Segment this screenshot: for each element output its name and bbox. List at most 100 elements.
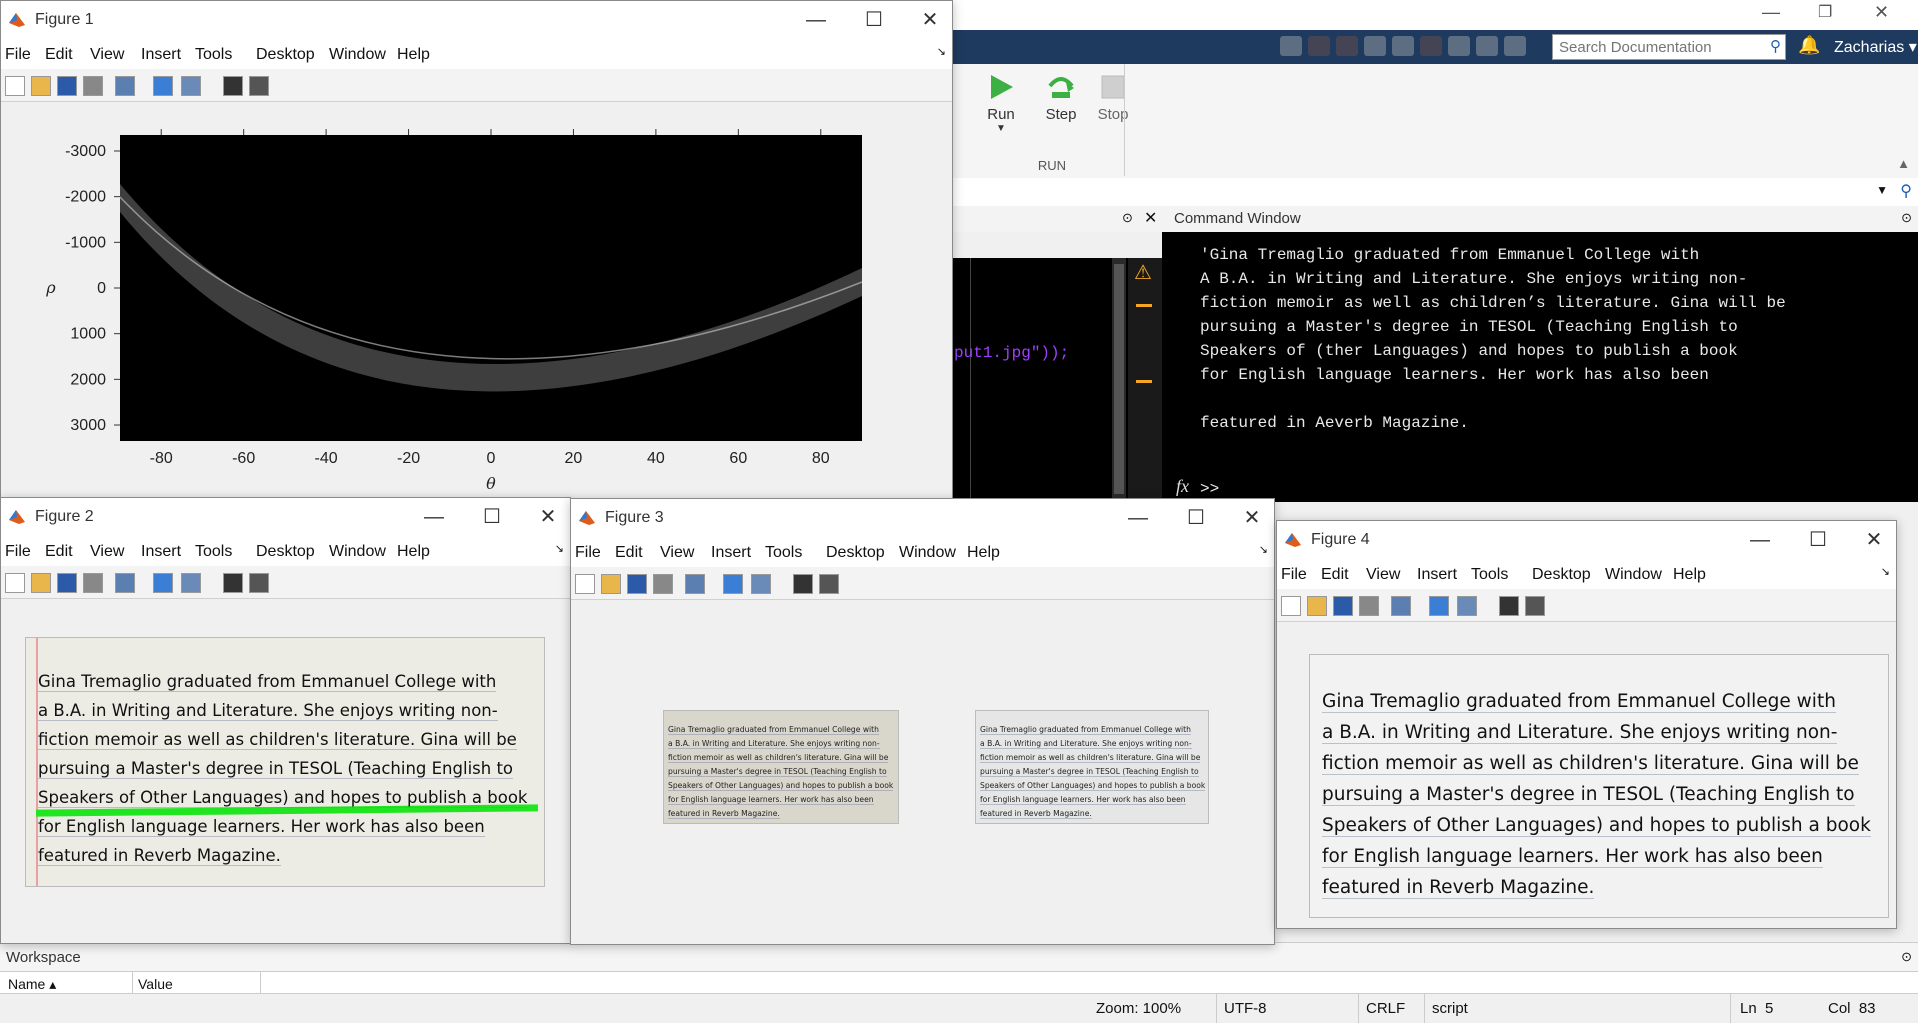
link-plot-icon[interactable] — [115, 573, 135, 593]
print-icon[interactable] — [83, 76, 103, 96]
command-window[interactable]: 'Gina Tremaglio graduated from Emmanuel … — [1162, 232, 1918, 502]
menu-help[interactable]: Help — [967, 544, 1000, 562]
save-icon[interactable] — [627, 574, 647, 594]
figure-4-window[interactable]: Figure 4 — ☐ ✕ File Edit View Insert Tools De… — [1276, 520, 1897, 929]
matlab-close-button[interactable]: ✕ — [1874, 2, 1889, 23]
step-button[interactable]: Step — [1038, 72, 1084, 123]
menu-file[interactable]: File — [5, 46, 31, 64]
workspace-column-value[interactable]: Value — [138, 976, 173, 992]
minimize-button[interactable]: — — [414, 504, 454, 530]
property-editor-icon[interactable] — [1525, 596, 1545, 616]
menu-view[interactable]: View — [90, 543, 124, 561]
menu-insert[interactable]: Insert — [141, 543, 181, 561]
menu-file[interactable]: File — [5, 543, 31, 561]
insert-colorbar-icon[interactable] — [153, 573, 173, 593]
menu-file[interactable]: File — [575, 544, 601, 562]
new-file-icon[interactable] — [5, 573, 25, 593]
command-prompt[interactable]: >> — [1200, 480, 1219, 498]
address-search-icon[interactable]: ⚲ — [1900, 181, 1912, 201]
close-button[interactable]: ✕ — [1854, 527, 1894, 553]
open-folder-icon[interactable] — [31, 76, 51, 96]
warning-icon[interactable]: ⚠ — [1134, 260, 1152, 285]
menu-edit[interactable]: Edit — [1321, 566, 1349, 584]
window-titlebar[interactable]: Figure 3 — ☐ ✕ — [571, 499, 1274, 537]
help-icon[interactable] — [1476, 36, 1498, 56]
property-editor-icon[interactable] — [819, 574, 839, 594]
menu-insert[interactable]: Insert — [1417, 566, 1457, 584]
handwritten-note-image-color[interactable]: Gina Tremaglio graduated from Emmanuel C… — [663, 710, 899, 824]
window-titlebar[interactable]: Figure 2 — ☐ ✕ — [1, 498, 570, 536]
open-folder-icon[interactable] — [1307, 596, 1327, 616]
menu-view[interactable]: View — [90, 46, 124, 64]
figure-3-window[interactable]: Figure 3 — ☐ ✕ File Edit View Insert Tools De… — [570, 498, 1275, 945]
function-browser-icon[interactable]: fx — [1176, 476, 1189, 497]
cut-icon[interactable] — [1308, 36, 1330, 56]
menu-help[interactable]: Help — [397, 46, 430, 64]
search-documentation-input[interactable] — [1557, 36, 1761, 58]
print-icon[interactable] — [653, 574, 673, 594]
hough-transform-plot[interactable]: -80 -60 -40 -20 0 20 40 60 80 -3000 -2000 -1000 0 100… — [1, 102, 950, 497]
new-file-icon[interactable] — [575, 574, 595, 594]
close-button[interactable]: ✕ — [1232, 505, 1272, 531]
menu-insert[interactable]: Insert — [141, 46, 181, 64]
dock-figure-icon[interactable]: ↘ — [1259, 543, 1268, 556]
current-folder-address-bar[interactable]: ▼ ⚲ — [952, 178, 1918, 207]
menu-desktop[interactable]: Desktop — [826, 544, 885, 562]
pointer-icon[interactable] — [793, 574, 813, 594]
editor-scrollbar[interactable] — [1112, 258, 1126, 498]
menu-window[interactable]: Window — [1605, 566, 1662, 584]
workspace-column-name[interactable]: Name ▴ — [8, 976, 56, 993]
open-folder-icon[interactable] — [601, 574, 621, 594]
handwritten-note-image-binarized[interactable]: Gina Tremaglio graduated from Emmanuel C… — [1309, 654, 1889, 918]
menu-window[interactable]: Window — [329, 46, 386, 64]
menu-desktop[interactable]: Desktop — [1532, 566, 1591, 584]
link-plot-icon[interactable] — [685, 574, 705, 594]
save-icon[interactable] — [57, 76, 77, 96]
menu-window[interactable]: Window — [899, 544, 956, 562]
figure-1-window[interactable]: Figure 1 — ☐ ✕ File Edit View Insert Tools De… — [0, 0, 953, 499]
window-titlebar[interactable]: Figure 1 — ☐ ✕ — [1, 1, 952, 39]
minimize-button[interactable]: — — [1740, 527, 1780, 553]
insert-legend-icon[interactable] — [181, 76, 201, 96]
community-icon[interactable] — [1504, 36, 1526, 56]
new-file-icon[interactable] — [1281, 596, 1301, 616]
matlab-restore-button[interactable]: ❐ — [1818, 2, 1832, 22]
maximize-button[interactable]: ☐ — [472, 504, 512, 530]
minimize-button[interactable]: — — [1118, 505, 1158, 531]
stop-button[interactable]: Stop — [1090, 72, 1136, 123]
menu-window[interactable]: Window — [329, 543, 386, 561]
handwritten-note-image[interactable]: Gina Tremaglio graduated from Emmanuel C… — [25, 637, 545, 887]
run-button[interactable]: Run ▼ — [976, 72, 1026, 134]
link-plot-icon[interactable] — [1391, 596, 1411, 616]
property-editor-icon[interactable] — [249, 76, 269, 96]
menu-help[interactable]: Help — [1673, 566, 1706, 584]
pointer-icon[interactable] — [223, 76, 243, 96]
menu-tools[interactable]: Tools — [195, 46, 232, 64]
editor-options-icon[interactable]: ⊙ — [1122, 210, 1133, 226]
handwritten-note-image-gray[interactable]: Gina Tremaglio graduated from Emmanuel C… — [975, 710, 1209, 824]
print-icon[interactable] — [1359, 596, 1379, 616]
insert-colorbar-icon[interactable] — [723, 574, 743, 594]
collapse-ribbon-icon[interactable]: ▲ — [1897, 156, 1910, 171]
redo-icon[interactable] — [1420, 36, 1442, 56]
dock-figure-icon[interactable]: ↘ — [1881, 565, 1890, 578]
close-button[interactable]: ✕ — [528, 504, 568, 530]
menu-file[interactable]: File — [1281, 566, 1307, 584]
menu-desktop[interactable]: Desktop — [256, 543, 315, 561]
figure-2-window[interactable]: Figure 2 — ☐ ✕ File Edit View Insert Tools De… — [0, 497, 571, 944]
insert-legend-icon[interactable] — [1457, 596, 1477, 616]
menu-view[interactable]: View — [1366, 566, 1400, 584]
save-icon[interactable] — [57, 573, 77, 593]
pointer-icon[interactable] — [1499, 596, 1519, 616]
search-documentation-box[interactable]: ⚲ — [1552, 34, 1786, 60]
editor-close-icon[interactable]: ✕ — [1144, 208, 1157, 228]
run-dropdown-icon[interactable]: ▼ — [976, 123, 1026, 134]
link-plot-icon[interactable] — [115, 76, 135, 96]
maximize-button[interactable]: ☐ — [1798, 527, 1838, 553]
insert-colorbar-icon[interactable] — [1429, 596, 1449, 616]
matlab-minimize-button[interactable]: — — [1762, 2, 1780, 23]
undo-icon[interactable] — [1392, 36, 1414, 56]
notification-bell-icon[interactable]: 🔔 — [1798, 35, 1820, 56]
pointer-icon[interactable] — [223, 573, 243, 593]
menu-edit[interactable]: Edit — [615, 544, 643, 562]
